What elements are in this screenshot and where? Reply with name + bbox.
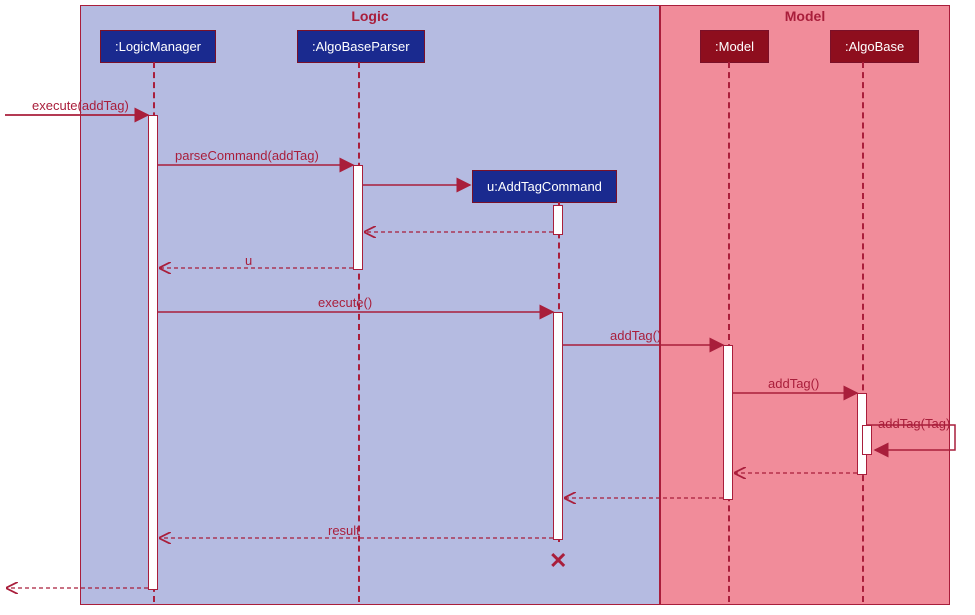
msg-addtag2: addTag(): [768, 376, 819, 391]
lifeline-algobase: [862, 62, 864, 602]
destroy-icon: ✕: [549, 548, 567, 574]
activation-algobase-self: [862, 425, 872, 455]
participant-logic-manager: :LogicManager: [100, 30, 216, 63]
msg-addtag1: addTag(): [610, 328, 661, 343]
activation-algobase-parser: [353, 165, 363, 270]
participant-algobase: :AlgoBase: [830, 30, 919, 63]
msg-return-u: u: [245, 253, 252, 268]
msg-parse-command: parseCommand(addTag): [175, 148, 319, 163]
activation-model: [723, 345, 733, 500]
lifeline-algobase-parser: [358, 62, 360, 602]
lifeline-model: [728, 62, 730, 602]
participant-addtag-command: u:AddTagCommand: [472, 170, 617, 203]
participant-model: :Model: [700, 30, 769, 63]
activation-addtag-command-1: [553, 205, 563, 235]
participant-algobase-parser: :AlgoBaseParser: [297, 30, 425, 63]
msg-addtag3: addTag(Tag): [878, 416, 950, 431]
model-frame: Model: [660, 5, 950, 605]
logic-frame-title: Logic: [351, 8, 388, 24]
msg-execute2: execute(): [318, 295, 372, 310]
model-frame-title: Model: [785, 8, 825, 24]
activation-addtag-command-2: [553, 312, 563, 540]
msg-result: result: [328, 523, 360, 538]
msg-execute1: execute(addTag): [32, 98, 129, 113]
activation-logic-manager: [148, 115, 158, 590]
